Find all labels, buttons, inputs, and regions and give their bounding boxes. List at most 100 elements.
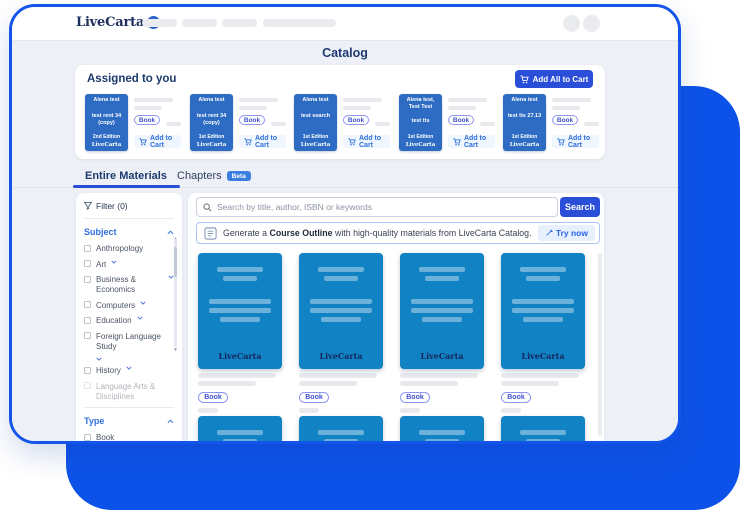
subject-checkbox[interactable]: Business & Economics	[84, 275, 174, 295]
cover-brand: LiveCarta	[505, 142, 544, 148]
add-to-cart-button[interactable]: Add to Cart	[239, 135, 286, 148]
book-cover[interactable]: Alena test test search 1st Edition LiveC…	[294, 94, 337, 151]
cover-brand: LiveCarta	[401, 142, 440, 148]
avatar[interactable]	[563, 15, 580, 32]
book-cover[interactable]	[400, 416, 484, 441]
checkbox[interactable]	[84, 245, 91, 252]
cover-author-placeholder	[425, 276, 459, 281]
filter-header[interactable]: Filter (0)	[84, 201, 174, 219]
catalog-book-card[interactable]	[400, 416, 484, 441]
filters-sidebar: Filter (0) Subject Anthropology Art	[76, 193, 182, 441]
cart-icon	[348, 138, 356, 146]
cover-brand: LiveCarta	[400, 351, 484, 361]
title-placeholder	[239, 98, 278, 102]
book-cover[interactable]: Alena test test rent 34 (copy) 1st Editi…	[190, 94, 233, 151]
catalog-book-card[interactable]: LiveCarta Book	[299, 253, 383, 413]
nav-placeholder-1[interactable]	[142, 19, 177, 27]
catalog-book-card[interactable]	[299, 416, 383, 441]
add-all-to-cart-button[interactable]: Add All to Cart	[515, 70, 593, 88]
book-cover[interactable]	[299, 416, 383, 441]
assigned-item[interactable]: Alena test test rent 34 (copy) 2nd Editi…	[85, 94, 181, 152]
catalog-scrollbar[interactable]	[598, 253, 602, 436]
checkbox[interactable]	[84, 276, 91, 283]
chevron-down-icon[interactable]	[111, 260, 117, 264]
assigned-item[interactable]: Alena test test rent 34 (copy) 1st Editi…	[190, 94, 286, 152]
chevron-up-icon	[167, 419, 174, 424]
assigned-item[interactable]: Alena test, Test Test test tts 1st Editi…	[399, 94, 495, 152]
subject-checkbox[interactable]: Language Arts & Disciplines	[84, 382, 174, 402]
catalog-book-card[interactable]: LiveCarta Book	[198, 253, 282, 413]
book-cover[interactable]: Alena test, Test Test test tts 1st Editi…	[399, 94, 442, 151]
chevron-down-icon[interactable]	[96, 357, 102, 361]
checkbox[interactable]	[84, 332, 91, 339]
book-cover[interactable]: Alena test test rent 34 (copy) 2nd Editi…	[85, 94, 128, 151]
add-to-cart-button[interactable]: Add to Cart	[552, 135, 599, 148]
materials-tabs: Entire Materials Chapters Beta	[12, 167, 678, 188]
subject-checkbox[interactable]: Anthropology	[84, 244, 174, 254]
filter-section-subject[interactable]: Subject	[84, 227, 174, 237]
type-checkbox[interactable]: Book	[84, 433, 174, 441]
cart-icon	[453, 138, 461, 146]
chevron-down-icon[interactable]	[126, 366, 132, 370]
catalog-book-card[interactable]	[198, 416, 282, 441]
search-input[interactable]	[217, 202, 551, 212]
chevron-down-icon[interactable]	[137, 316, 143, 320]
top-navigation-bar: LiveCarta C	[12, 7, 678, 40]
cover-author-placeholder	[419, 267, 465, 272]
book-cover[interactable]	[198, 416, 282, 441]
scroll-down-arrow-icon[interactable]: ▼	[173, 348, 178, 353]
nav-placeholder-2[interactable]	[182, 19, 217, 27]
book-cover[interactable]: LiveCarta	[198, 253, 282, 369]
book-cover[interactable]: LiveCarta	[400, 253, 484, 369]
material-type-badge: Book	[501, 392, 531, 403]
cover-title-placeholder	[209, 299, 271, 304]
subject-checkbox[interactable]: Foreign Language Study	[84, 332, 174, 361]
author-placeholder	[552, 106, 580, 110]
title-placeholder	[501, 373, 579, 378]
book-cover[interactable]	[501, 416, 585, 441]
checkbox[interactable]	[84, 301, 91, 308]
catalog-book-card[interactable]	[501, 416, 585, 441]
chevron-down-icon[interactable]	[140, 301, 146, 305]
catalog-book-card[interactable]: LiveCarta Book	[400, 253, 484, 413]
app-window: LiveCarta C Catalog Assigned to you Add …	[9, 4, 681, 444]
author-placeholder	[134, 106, 162, 110]
checkbox[interactable]	[84, 434, 91, 441]
cover-title-placeholder	[512, 308, 574, 313]
search-button[interactable]: Search	[560, 197, 600, 217]
assigned-item[interactable]: Alena test test tts 27.13 1st Edition Li…	[503, 94, 599, 152]
title-placeholder	[552, 98, 591, 102]
nav-placeholder-4[interactable]	[263, 19, 336, 27]
filter-section-type[interactable]: Type	[84, 416, 174, 426]
book-cover[interactable]: LiveCarta	[299, 253, 383, 369]
price-placeholder	[271, 122, 286, 126]
book-cover[interactable]: Alena test test tts 27.13 1st Edition Li…	[503, 94, 546, 151]
assigned-item[interactable]: Alena test test search 1st Edition LiveC…	[294, 94, 390, 152]
tab-entire-materials[interactable]: Entire Materials	[85, 170, 167, 182]
nav-placeholder-3[interactable]	[222, 19, 257, 27]
price-placeholder	[584, 122, 599, 126]
add-to-cart-button[interactable]: Add to Cart	[343, 135, 390, 148]
checkbox[interactable]	[84, 367, 91, 374]
checkbox[interactable]	[84, 260, 91, 267]
cover-title-placeholder	[220, 317, 260, 322]
subject-list-scrollbar[interactable]	[174, 239, 177, 347]
book-cover[interactable]: LiveCarta	[501, 253, 585, 369]
tab-chapters[interactable]: Chapters Beta	[177, 170, 251, 182]
author-placeholder	[299, 381, 357, 386]
try-now-button[interactable]: Try now	[538, 225, 595, 241]
checkbox[interactable]	[84, 317, 91, 324]
checkbox[interactable]	[84, 382, 91, 389]
subject-checkbox[interactable]: History	[84, 366, 174, 376]
subject-checkbox[interactable]: Art	[84, 260, 174, 270]
author-placeholder	[400, 381, 458, 386]
catalog-book-card[interactable]: LiveCarta Book	[501, 253, 585, 413]
assigned-to-you-card: Assigned to you Add All to Cart Alena te…	[75, 65, 605, 159]
add-to-cart-button[interactable]: Add to Cart	[134, 135, 181, 148]
avatar[interactable]	[583, 15, 600, 32]
search-icon	[203, 203, 212, 212]
subject-checkbox[interactable]: Education	[84, 316, 174, 326]
add-to-cart-button[interactable]: Add to Cart	[448, 135, 495, 148]
cover-title-placeholder	[411, 308, 473, 313]
subject-checkbox[interactable]: Computers	[84, 301, 174, 311]
